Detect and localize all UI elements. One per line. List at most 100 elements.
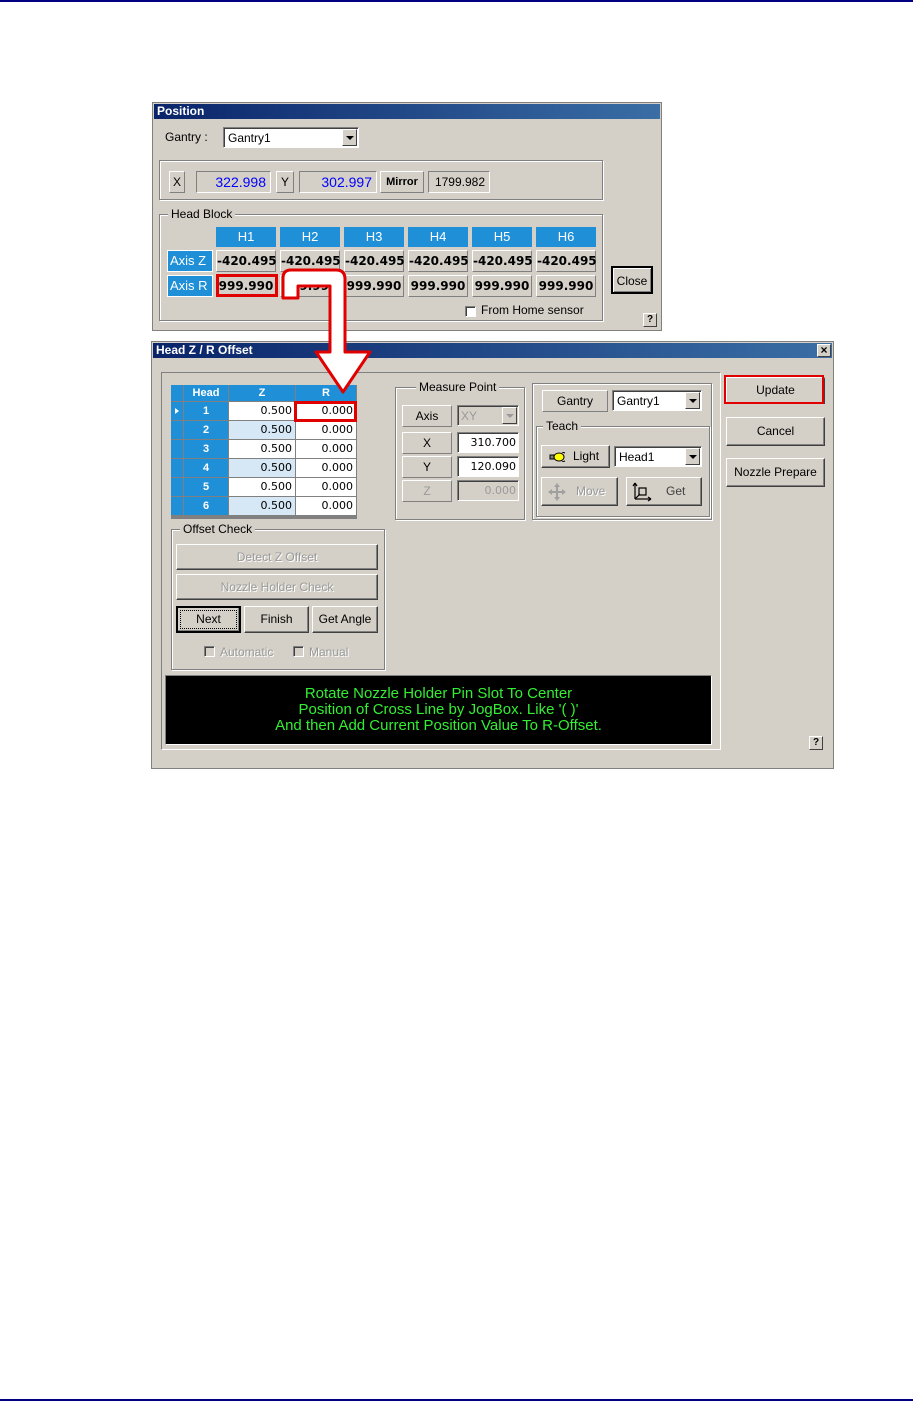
y-label: Y bbox=[276, 171, 294, 193]
xy-group: X 322.998 Y 302.997 Mirror 1799.982 bbox=[159, 160, 603, 200]
mp-z-label: Z bbox=[402, 480, 452, 502]
grid-z-cell[interactable]: 0.500 bbox=[229, 459, 295, 477]
measure-point-label: Measure Point bbox=[416, 380, 500, 394]
mp-x-input[interactable]: 310.700 bbox=[457, 432, 519, 453]
message-line: Position of Cross Line by JogBox. Like '… bbox=[298, 701, 579, 718]
move-label: Move bbox=[576, 484, 606, 498]
finish-button[interactable]: Finish bbox=[244, 606, 309, 633]
mp-y-input[interactable]: 120.090 bbox=[457, 456, 519, 477]
axis-z-label: Axis Z bbox=[167, 250, 213, 272]
gantry-combo[interactable]: Gantry1 bbox=[223, 127, 359, 148]
grid-head-cell: 3 bbox=[184, 440, 228, 458]
grid-z-cell[interactable]: 0.500 bbox=[229, 478, 295, 496]
close-button[interactable]: Close bbox=[611, 266, 653, 294]
get-label: Get bbox=[666, 484, 686, 498]
chevron-down-icon[interactable] bbox=[685, 448, 700, 465]
manual-checkbox bbox=[293, 646, 304, 657]
instruction-message: Rotate Nozzle Holder Pin Slot To Center … bbox=[165, 675, 712, 745]
move-arrows-icon bbox=[548, 483, 566, 501]
light-button[interactable]: Light bbox=[541, 445, 610, 468]
gantry-label: Gantry : bbox=[165, 130, 208, 144]
x-label: X bbox=[169, 171, 185, 193]
chevron-down-icon[interactable] bbox=[342, 129, 357, 146]
from-home-checkbox[interactable] bbox=[465, 306, 476, 317]
head-header: H5 bbox=[472, 227, 532, 247]
next-button[interactable]: Next bbox=[176, 606, 241, 633]
row-indicator bbox=[171, 497, 183, 515]
nozzle-prepare-button[interactable]: Nozzle Prepare bbox=[726, 458, 825, 487]
mp-y-value: 120.090 bbox=[470, 460, 517, 473]
axis-z-value: -420.495 bbox=[344, 250, 405, 272]
axis-label: Axis bbox=[402, 405, 452, 427]
help-button[interactable]: ? bbox=[643, 313, 657, 327]
axis-r-value: 999.990 bbox=[408, 275, 468, 297]
head-combo[interactable]: Head1 bbox=[614, 446, 702, 467]
grid-r-cell[interactable]: 0.000 bbox=[296, 459, 356, 477]
mp-z-value: 0.000 bbox=[484, 484, 517, 497]
axis-z-value: -420.495 bbox=[536, 250, 597, 272]
gantry-combo-2[interactable]: Gantry1 bbox=[612, 390, 702, 411]
position-title: Position bbox=[154, 104, 660, 119]
row-indicator bbox=[171, 478, 183, 496]
close-icon[interactable]: × bbox=[817, 344, 831, 357]
manual-label: Manual bbox=[309, 645, 349, 659]
axis-z-value: -420.495 bbox=[408, 250, 469, 272]
grid-z-cell[interactable]: 0.500 bbox=[229, 402, 295, 420]
message-line: Rotate Nozzle Holder Pin Slot To Center bbox=[304, 685, 573, 702]
gantry-combo-value: Gantry1 bbox=[228, 131, 271, 145]
position-dialog: Position Gantry : Gantry1 X 322.998 Y 30… bbox=[152, 102, 662, 331]
mirror-value: 1799.982 bbox=[428, 171, 490, 193]
axis-r-h1-highlight bbox=[216, 274, 278, 297]
axis-z-value: -420.495 bbox=[280, 250, 341, 272]
axis-z-value: -420.495 bbox=[472, 250, 533, 272]
grid-col-r: R bbox=[296, 385, 356, 401]
page-top-rule bbox=[0, 0, 913, 2]
row-indicator bbox=[171, 459, 183, 477]
x-value: 322.998 bbox=[196, 171, 271, 193]
update-highlight bbox=[724, 375, 824, 404]
offset-check-label: Offset Check bbox=[180, 522, 256, 536]
row-indicator bbox=[171, 440, 183, 458]
cancel-button[interactable]: Cancel bbox=[726, 417, 825, 446]
mp-x-value: 310.700 bbox=[470, 436, 517, 449]
grid-head-cell: 4 bbox=[184, 459, 228, 477]
grid-r-cell[interactable]: 0.000 bbox=[296, 497, 356, 515]
mp-x-label: X bbox=[402, 432, 452, 454]
from-home-label: From Home sensor bbox=[481, 303, 584, 317]
grid-r-cell[interactable]: 0.000 bbox=[296, 421, 356, 439]
bulb-icon bbox=[549, 452, 566, 462]
grid-r-cell[interactable]: 0.000 bbox=[296, 440, 356, 458]
grid-r-cell[interactable]: 0.000 bbox=[296, 478, 356, 496]
light-label: Light bbox=[573, 449, 600, 463]
head-block-label: Head Block bbox=[168, 207, 236, 221]
axis-r-value: 999.990 bbox=[536, 275, 596, 297]
grid-col-z: Z bbox=[229, 385, 295, 401]
offset-dialog: Head Z / R Offset × Head Z R 1 0.500 0.0… bbox=[151, 341, 834, 769]
axis-r-label: Axis R bbox=[167, 275, 213, 297]
row-indicator bbox=[171, 421, 183, 439]
grid-row-indicator-header bbox=[171, 385, 183, 401]
teach-label: Teach bbox=[543, 419, 582, 433]
chevron-down-icon[interactable] bbox=[685, 392, 700, 409]
mp-y-label: Y bbox=[402, 456, 452, 478]
help-button[interactable]: ? bbox=[809, 736, 823, 750]
axis-r-value: 999.990 bbox=[280, 275, 340, 297]
grid-z-cell[interactable]: 0.500 bbox=[229, 421, 295, 439]
head-header: H1 bbox=[216, 227, 276, 247]
message-line: And then Add Current Position Value To R… bbox=[275, 717, 602, 734]
grid-z-cell[interactable]: 0.500 bbox=[229, 497, 295, 515]
page-bottom-rule bbox=[0, 1399, 913, 1401]
get-angle-button[interactable]: Get Angle bbox=[312, 606, 378, 633]
grid-head-cell: 1 bbox=[184, 402, 228, 420]
move-button: Move bbox=[541, 477, 618, 506]
head-header: H6 bbox=[536, 227, 596, 247]
head-header: H3 bbox=[344, 227, 404, 247]
grid-head-cell: 6 bbox=[184, 497, 228, 515]
measure-point-group: Measure Point Axis XY X 310.700 Y 120.09… bbox=[395, 380, 525, 520]
get-button[interactable]: Get bbox=[626, 477, 702, 506]
automatic-label: Automatic bbox=[220, 645, 274, 659]
gantry-combo-2-value: Gantry1 bbox=[617, 394, 660, 408]
grid-z-cell[interactable]: 0.500 bbox=[229, 440, 295, 458]
head-header: H2 bbox=[280, 227, 340, 247]
mp-z-input: 0.000 bbox=[457, 480, 519, 501]
